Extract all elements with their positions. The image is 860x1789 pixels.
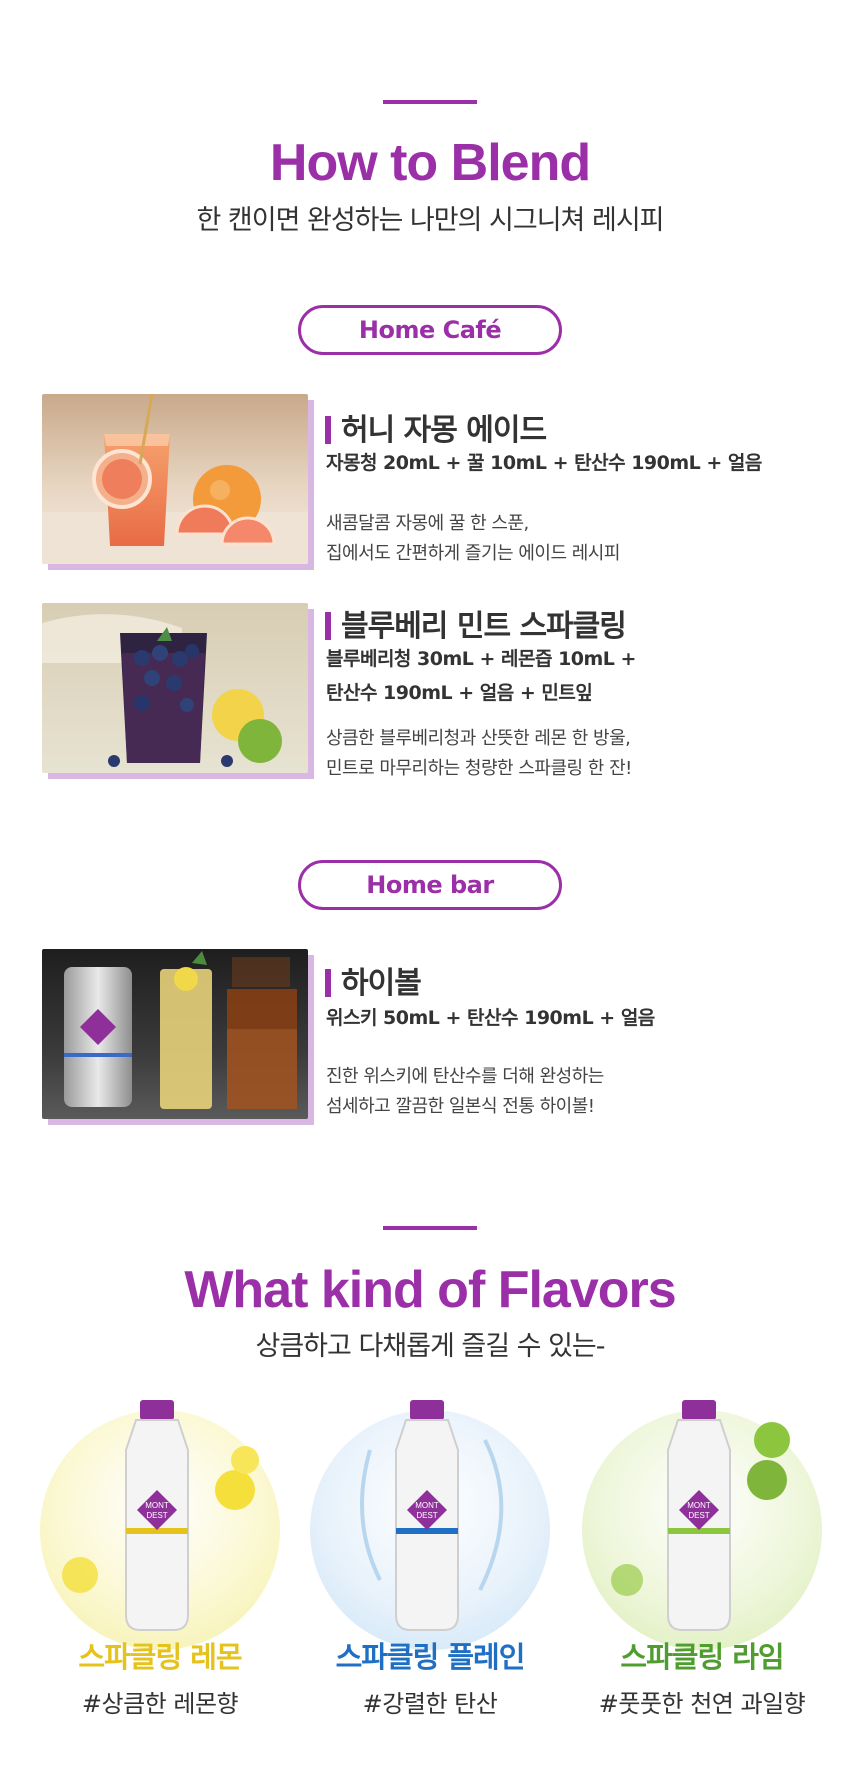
recipe-description-line: 민트로 마무리하는 청량한 스파클링 한 잔!: [326, 758, 632, 779]
flavor-name-lemon: 스파클링 레몬: [78, 1640, 242, 1674]
flavor-tag-plain: #강렬한 탄산: [362, 1690, 498, 1718]
flavors-title: What kind of Flavors: [184, 1261, 676, 1319]
flavor-tag-lemon: #상큼한 레몬향: [81, 1690, 239, 1718]
bottle-logo-text: MONT: [687, 1501, 711, 1510]
flavor-lemon-visual: MONT DEST: [40, 1380, 280, 1650]
flavors-subtitle: 상큼하고 다채롭게 즐길 수 있는-: [255, 1331, 606, 1362]
recipe-description-line: 집에서도 간편하게 즐기는 에이드 레시피: [326, 543, 620, 564]
recipe-ingredients: 블루베리청 30mL + 레몬즙 10mL +: [326, 648, 636, 670]
flavor-tag-lime: #풋풋한 천연 과일향: [598, 1690, 806, 1718]
recipe-title: 하이볼: [325, 958, 422, 1002]
recipe-ingredients: 자몽청 20mL + 꿀 10mL + 탄산수 190mL + 얼음: [326, 452, 762, 474]
bottle-logo-text: DEST: [416, 1511, 437, 1520]
recipe-title: 블루베리 민트 스파클링: [325, 601, 627, 645]
recipe-ingredients: 위스키 50mL + 탄산수 190mL + 얼음: [326, 1007, 655, 1029]
section-accent-line: [383, 100, 477, 104]
grapefruit-ade-image: [42, 394, 308, 564]
bottle-logo-text: DEST: [688, 1511, 709, 1520]
flavor-plain-visual: MONT DEST: [310, 1380, 550, 1650]
recipe-description-line: 상큼한 블루베리청과 산뜻한 레몬 한 방울,: [326, 728, 631, 749]
recipe-ingredients: 탄산수 190mL + 얼음 + 민트잎: [326, 682, 593, 704]
recipe-description-line: 섬세하고 깔끔한 일본식 전통 하이볼!: [326, 1096, 595, 1117]
how-to-blend-title: How to Blend: [269, 134, 591, 192]
bottle-logo-text: DEST: [146, 1511, 167, 1520]
home-bar-pill: Home bar: [298, 860, 562, 910]
section-accent-line: [383, 1226, 477, 1230]
home-cafe-pill: Home Café: [298, 305, 562, 355]
highball-image: [42, 949, 308, 1119]
flavor-lime-visual: MONT DEST: [582, 1380, 822, 1650]
recipe-title: 허니 자몽 에이드: [325, 405, 547, 449]
blueberry-sparkling-image: [42, 603, 308, 773]
recipe-description-line: 새콤달콤 자몽에 꿀 한 스푼,: [326, 513, 529, 534]
recipe-description-line: 진한 위스키에 탄산수를 더해 완성하는: [326, 1066, 604, 1087]
flavor-name-lime: 스파클링 라임: [620, 1640, 784, 1674]
bottle-logo-text: MONT: [415, 1501, 439, 1510]
bottle-logo-text: MONT: [145, 1501, 169, 1510]
flavor-name-plain: 스파클링 플레인: [335, 1640, 526, 1674]
how-to-blend-subtitle: 한 캔이면 완성하는 나만의 시그니쳐 레시피: [196, 205, 664, 236]
